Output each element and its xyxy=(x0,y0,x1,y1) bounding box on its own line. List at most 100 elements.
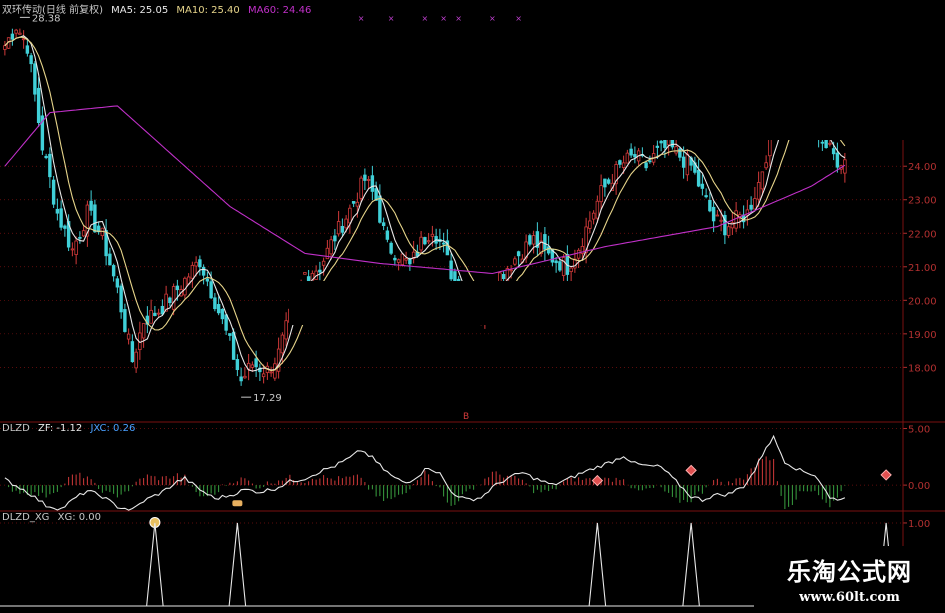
candle-body xyxy=(355,201,360,207)
y-tick-label: 18.00 xyxy=(908,363,937,374)
candle-body xyxy=(618,160,622,165)
candle-body xyxy=(381,222,386,227)
watermark: 乐淘公式网 www.60lt.com xyxy=(754,546,945,609)
price-annotation-label: 17.29 xyxy=(253,393,282,404)
candle-body xyxy=(393,257,397,261)
ma60-legend: MA60: 24.46 xyxy=(247,5,312,16)
candle-body xyxy=(633,154,637,158)
candle-body xyxy=(363,174,367,181)
main-header: 双环传动(日线 前复权) MA5: 25.05 MA10: 25.40 MA60… xyxy=(2,1,316,16)
candle-body xyxy=(753,198,757,210)
candle-body xyxy=(149,309,153,324)
candle-body xyxy=(280,334,285,354)
xg-header: DLZD_XG XG: 0.00 xyxy=(2,512,106,523)
candle-body xyxy=(603,178,607,188)
candle-body xyxy=(175,285,180,291)
candle-body xyxy=(340,225,345,233)
candle-body xyxy=(400,253,405,266)
dlzd-title: DLZD xyxy=(2,423,30,434)
candle-body xyxy=(359,177,363,199)
candle-body xyxy=(351,201,356,204)
candle-body xyxy=(205,278,210,282)
candle-body xyxy=(303,272,307,275)
candle-body xyxy=(389,242,393,254)
candle-body xyxy=(546,246,551,254)
signal-x-marker: × xyxy=(358,14,365,23)
candle-body xyxy=(141,323,146,339)
candle-body xyxy=(516,251,521,257)
candle-body xyxy=(430,233,435,237)
candle-body xyxy=(284,320,288,340)
candle-body xyxy=(764,162,768,169)
candle-body xyxy=(404,258,408,261)
candle-body xyxy=(670,138,675,148)
dlzd-histogram xyxy=(8,456,846,510)
signal-x-marker: × xyxy=(422,14,429,23)
xg-title: DLZD_XG xyxy=(2,512,50,523)
candle-body xyxy=(385,230,390,240)
signal-diamond-icon xyxy=(685,464,697,477)
candle-body xyxy=(681,156,686,168)
candle-body xyxy=(201,266,206,276)
candle-body xyxy=(239,376,243,382)
y-tick-label: 5.00 xyxy=(908,425,930,436)
candle-body xyxy=(554,260,558,264)
candle-body xyxy=(126,333,131,340)
candle-body xyxy=(33,63,37,95)
candle-body xyxy=(441,242,446,245)
grid-lines xyxy=(0,165,903,524)
candle-body xyxy=(591,212,596,220)
candle-body xyxy=(659,140,663,144)
redaction-box-top xyxy=(533,0,945,140)
candle-body xyxy=(18,32,22,35)
candle-body xyxy=(621,162,626,168)
candle-body xyxy=(374,188,378,201)
candle-body xyxy=(336,221,341,235)
candle-body xyxy=(333,235,337,242)
candle-body xyxy=(74,240,78,255)
candle-body xyxy=(674,146,678,154)
zf-legend: ZF: -1.12 xyxy=(38,423,83,434)
candle-body xyxy=(426,240,431,243)
candle-body xyxy=(235,359,240,371)
candle-body xyxy=(595,200,600,219)
candle-body xyxy=(370,175,375,192)
candle-body xyxy=(78,236,82,239)
candle-body xyxy=(51,179,56,205)
candle-body xyxy=(423,237,427,245)
candle-body xyxy=(648,160,652,163)
watermark-title: 乐淘公式网 xyxy=(787,557,912,586)
candle-body xyxy=(48,153,52,178)
candle-body xyxy=(719,219,723,222)
y-tick-label: 24.00 xyxy=(908,162,937,173)
candle-body xyxy=(820,141,825,144)
candle-body xyxy=(156,312,161,315)
candle-body xyxy=(10,33,15,40)
candle-body xyxy=(216,304,221,314)
candle-body xyxy=(115,278,120,288)
candle-body xyxy=(749,204,753,210)
candle-body xyxy=(625,152,630,164)
signal-x-marker: × xyxy=(515,14,522,23)
candle-body xyxy=(685,153,690,176)
candle-body xyxy=(89,200,93,211)
signal-x-marker: × xyxy=(440,14,447,23)
xg-spike xyxy=(588,522,607,607)
candle-body xyxy=(209,281,213,299)
candle-body xyxy=(321,260,326,266)
candle-body xyxy=(220,308,225,320)
candle-body xyxy=(704,195,708,198)
candle-body xyxy=(419,236,423,251)
candle-body xyxy=(576,249,581,259)
candle-body xyxy=(569,267,573,272)
candle-body xyxy=(153,312,157,317)
candle-body xyxy=(93,204,97,233)
candle-body xyxy=(3,45,7,50)
stock-chart-window[interactable]: 24.00 23.00 22.00 21.00 20.00 19.00 18.00 5.00 0… xyxy=(0,0,945,609)
candle-body xyxy=(329,239,333,255)
candle-body xyxy=(261,373,266,378)
candle-body xyxy=(228,333,232,336)
candle-body xyxy=(306,276,311,281)
candle-body xyxy=(831,148,836,155)
y-tick-label: 22.00 xyxy=(908,229,937,240)
